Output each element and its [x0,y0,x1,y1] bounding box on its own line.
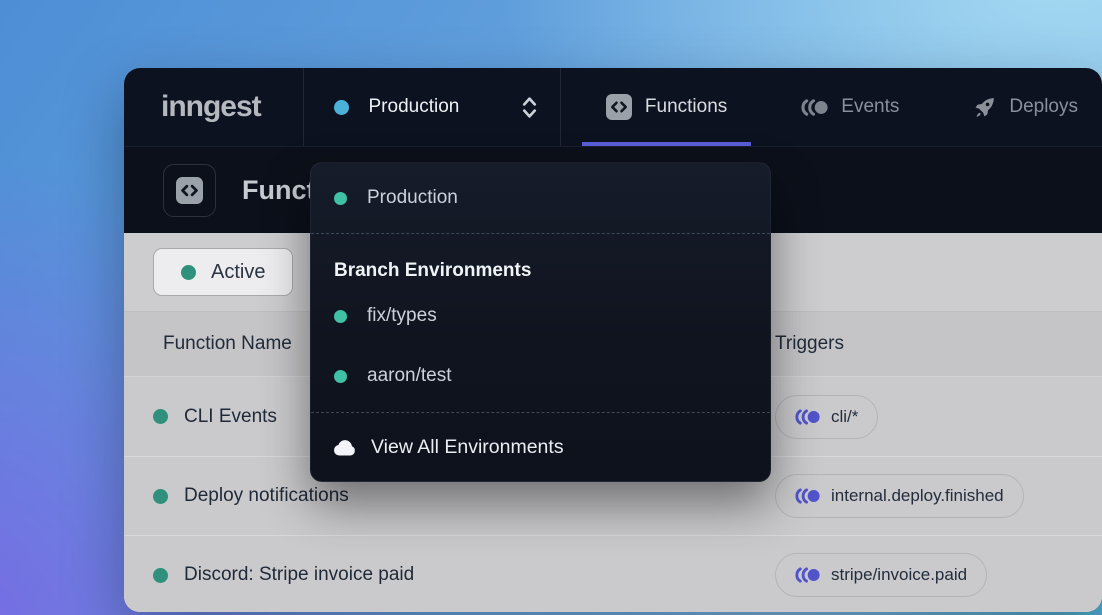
dropdown-item-label: fix/types [367,305,437,327]
cloud-icon [333,439,357,456]
top-navbar: inngest Production Functions [124,68,1102,147]
functions-page-icon-box [163,164,216,217]
function-status-dot [153,489,168,504]
tab-label: Functions [645,96,727,118]
function-status-dot [153,568,168,583]
trigger-name: stripe/invoice.paid [831,565,967,585]
tab-events[interactable]: Events [777,68,923,146]
tab-functions[interactable]: Functions [582,68,751,146]
dropdown-item-production[interactable]: Production [311,163,770,233]
function-name-cell: Deploy notifications [124,485,775,507]
tab-label: Deploys [1009,96,1078,118]
function-name-cell: Discord: Stripe invoice paid [124,564,775,586]
nav-tabs: Functions Events [561,68,1102,146]
event-stream-icon [795,488,820,504]
environment-status-dot [334,192,347,205]
tab-deploys[interactable]: Deploys [949,68,1102,146]
trigger-badge[interactable]: cli/* [775,395,878,439]
dropdown-item-branch[interactable]: aaron/test [311,346,770,406]
view-all-environments-label: View All Environments [371,436,564,459]
dropdown-item-branch[interactable]: fix/types [311,286,770,346]
event-stream-icon [801,99,828,116]
column-triggers: Triggers [775,333,1102,355]
environment-status-dot [334,370,347,383]
dropdown-item-label: Production [367,187,458,209]
event-stream-icon [795,567,820,583]
trigger-cell: stripe/invoice.paid [775,553,1102,597]
trigger-name: cli/* [831,407,858,427]
environment-status-dot [334,100,349,115]
environment-label: Production [369,96,460,118]
trigger-cell: cli/* [775,395,1102,439]
environment-selector[interactable]: Production [304,68,561,146]
branch-environments-section: Branch Environments fix/types aaron/test [311,234,770,412]
branch-environments-heading: Branch Environments [311,256,770,286]
function-name: CLI Events [184,406,277,428]
trigger-badge[interactable]: stripe/invoice.paid [775,553,987,597]
code-icon [606,94,632,120]
environment-dropdown: Production Branch Environments fix/types… [310,162,771,482]
trigger-cell: internal.deploy.finished [775,474,1102,518]
environment-status-dot [334,310,347,323]
active-status-dot [181,265,196,280]
logo-container: inngest [124,68,303,146]
dropdown-item-label: aaron/test [367,365,452,387]
tab-label: Events [841,96,899,118]
view-all-environments-item[interactable]: View All Environments [311,413,770,481]
function-status-dot [153,409,168,424]
inngest-logo: inngest [161,90,261,124]
function-name: Discord: Stripe invoice paid [184,564,414,586]
chevron-up-down-icon [521,95,538,120]
active-filter-label: Active [211,261,265,284]
trigger-badge[interactable]: internal.deploy.finished [775,474,1024,518]
trigger-name: internal.deploy.finished [831,486,1004,506]
active-filter-button[interactable]: Active [153,248,293,296]
code-icon [176,177,203,204]
event-stream-icon [795,409,820,425]
function-name: Deploy notifications [184,485,349,507]
app-window: inngest Production Functions [124,68,1102,612]
table-row[interactable]: Discord: Stripe invoice paid stripe/invo… [124,535,1102,612]
rocket-icon [973,96,996,119]
